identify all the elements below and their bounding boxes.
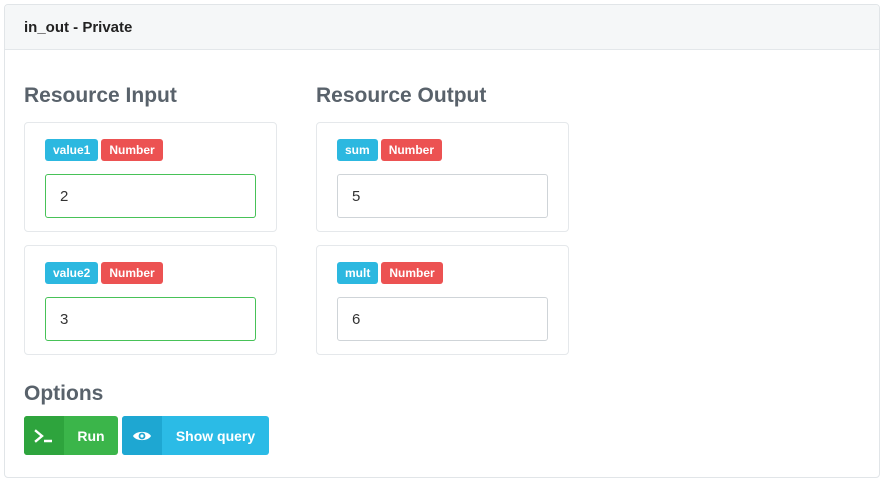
eye-icon [122,416,162,455]
run-button[interactable]: Run [24,416,118,455]
output-card-sum: sum Number [316,122,569,232]
input-name-badge: value1 [45,139,99,161]
input-name-badge: value2 [45,262,99,284]
input-card-value2: value2 Number [24,245,277,355]
terminal-icon [24,416,64,455]
mult-output-field[interactable] [337,297,548,341]
input-type-badge: Number [101,262,163,284]
output-card-mult: mult Number [316,245,569,355]
show-query-label: Show query [175,427,256,444]
resource-output-title: Resource Output [316,84,487,107]
show-query-button[interactable]: Show query [122,416,269,455]
panel-title: in_out - Private [5,5,879,50]
resource-panel: in_out - Private Resource Input value1 N… [4,4,880,478]
input-card-value1: value1 Number [24,122,277,232]
output-name-badge: sum [337,139,378,161]
run-label: Run [77,427,105,444]
value2-input[interactable] [45,297,256,341]
value1-input[interactable] [45,174,256,218]
resource-input-title: Resource Input [24,84,177,107]
sum-output-field[interactable] [337,174,548,218]
input-type-badge: Number [101,139,163,161]
output-name-badge: mult [337,262,379,284]
options-title: Options [24,382,104,405]
output-type-badge: Number [381,262,443,284]
output-type-badge: Number [380,139,443,161]
